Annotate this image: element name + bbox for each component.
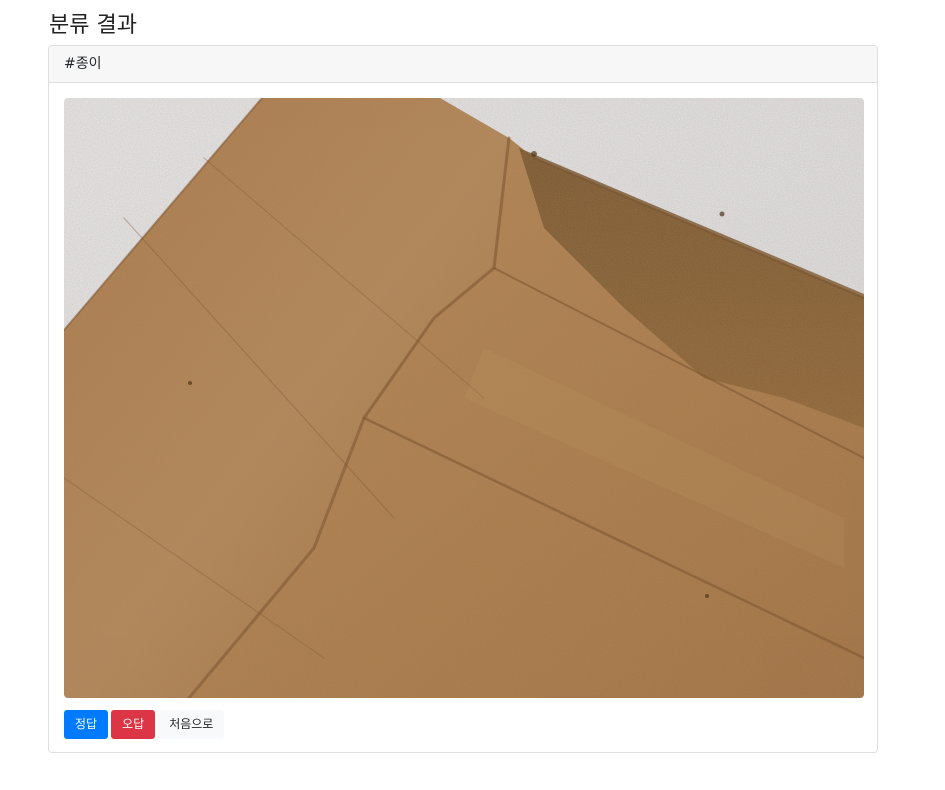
card-header: #종이: [49, 46, 877, 83]
correct-button[interactable]: 정답: [64, 710, 109, 739]
home-button[interactable]: 처음으로: [158, 710, 225, 739]
wrong-button[interactable]: 오답: [111, 710, 156, 739]
result-tag: #종이: [64, 56, 102, 72]
action-buttons: 정답 오답 처음으로: [64, 710, 225, 739]
result-card: #종이 정답 오답 처음으로: [48, 45, 878, 753]
page-title: 분류 결과: [49, 13, 137, 38]
classified-image: [64, 98, 864, 698]
